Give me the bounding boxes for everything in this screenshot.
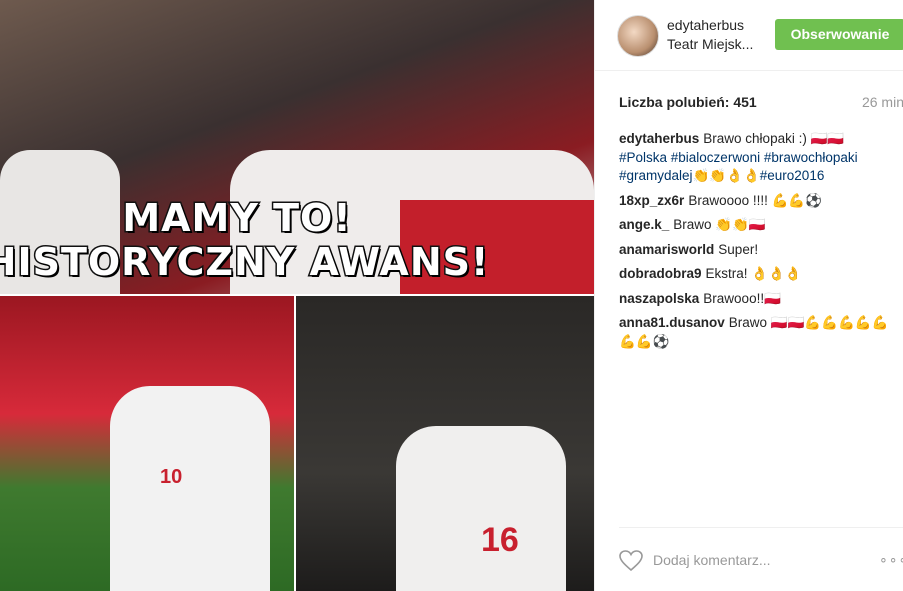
comment-user[interactable]: anamarisworld xyxy=(619,242,714,257)
player-photo-left: 10 xyxy=(0,296,294,591)
jersey-number: 16 xyxy=(481,521,519,559)
comment-user[interactable]: ange.k_ xyxy=(619,217,669,232)
comment-user[interactable]: anna81.dusanov xyxy=(619,315,725,330)
hashtags[interactable]: #Polska #bialoczerwoni #brawochłopaki #g… xyxy=(619,150,858,184)
more-options-icon[interactable]: ∘∘∘ xyxy=(879,551,903,568)
post-header: edytaherbus Teatr Miejsk... Obserwowanie xyxy=(595,0,903,71)
comment-item: 18xp_zx6r Brawoooo !!!! 💪💪⚽ xyxy=(619,192,899,211)
post-sidebar: edytaherbus Teatr Miejsk... Obserwowanie… xyxy=(594,0,903,591)
avatar[interactable] xyxy=(617,15,659,57)
timestamp[interactable]: 26 min xyxy=(862,94,903,110)
comment-item: ange.k_ Brawo 👏👏🇵🇱 xyxy=(619,216,899,235)
team-celebration-photo: MAMY TO! HISTORYCZNY AWANS! xyxy=(0,0,594,294)
jersey xyxy=(396,426,566,591)
comment-item: naszapolska Brawooo!!🇵🇱 xyxy=(619,290,899,309)
comment-item: dobradobra9 Ekstra! 👌👌👌 xyxy=(619,265,899,284)
comments-list: edytaherbus Brawo chłopaki :) 🇵🇱🇵🇱 #Polsk… xyxy=(619,130,899,357)
caption-line2: HISTORYCZNY AWANS! xyxy=(0,239,490,286)
caption-line1: MAMY TO! xyxy=(121,195,352,242)
location-link[interactable]: Teatr Miejsk... xyxy=(667,36,753,52)
comment-text: Brawoooo !!!! 💪💪⚽ xyxy=(688,192,823,208)
comment-item: anamarisworld Super! xyxy=(619,241,899,260)
comment-text: Ekstra! 👌👌👌 xyxy=(705,266,802,281)
comment-text: Brawo chłopaki :) 🇵🇱🇵🇱 xyxy=(703,131,845,146)
username-link[interactable]: edytaherbus xyxy=(667,17,744,33)
comment-text: Brawooo!!🇵🇱 xyxy=(703,290,781,306)
comment-text: Brawo 👏👏🇵🇱 xyxy=(673,217,766,232)
follow-button[interactable]: Obserwowanie xyxy=(775,19,903,50)
heart-icon[interactable] xyxy=(619,550,643,572)
comment-user[interactable]: 18xp_zx6r xyxy=(619,193,684,208)
comment-input[interactable]: Dodaj komentarz... xyxy=(653,552,771,568)
comment-user[interactable]: naszapolska xyxy=(619,291,699,306)
player-photo-right: 16 xyxy=(296,296,594,591)
jersey-number: 10 xyxy=(160,466,183,488)
comment-text: Super! xyxy=(718,241,759,257)
jersey xyxy=(110,386,270,591)
comment-item: anna81.dusanov Brawo 🇵🇱🇵🇱💪💪💪💪💪💪💪⚽ xyxy=(619,314,899,351)
post-image[interactable]: MAMY TO! HISTORYCZNY AWANS! 10 16 xyxy=(0,0,594,591)
comment-user[interactable]: dobradobra9 xyxy=(619,266,702,281)
comment-item: edytaherbus Brawo chłopaki :) 🇵🇱🇵🇱 #Polsk… xyxy=(619,130,899,186)
comment-user[interactable]: edytaherbus xyxy=(619,131,699,146)
divider xyxy=(619,527,903,528)
likes-count[interactable]: Liczba polubień: 451 xyxy=(619,94,757,110)
